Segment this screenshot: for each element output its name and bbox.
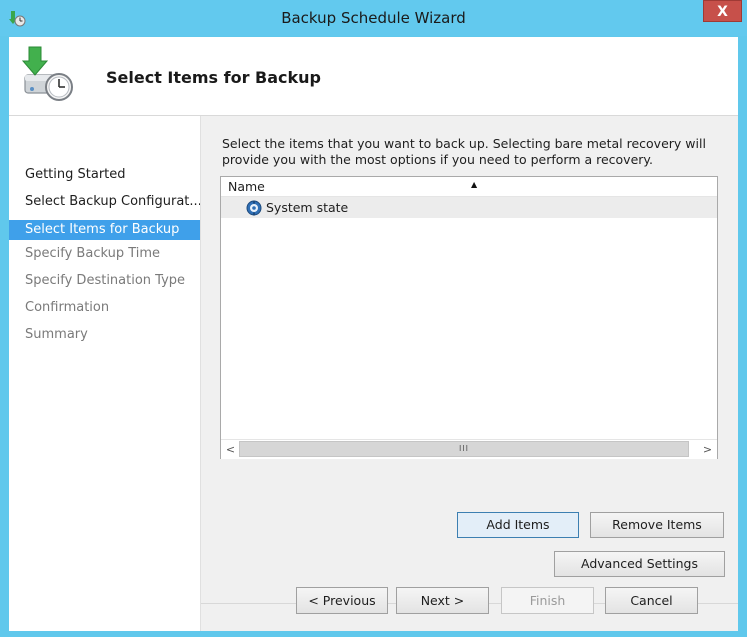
list-column-header[interactable]: Name ▲ <box>221 177 717 197</box>
wizard-content-panel: Select the items that you want to back u… <box>200 116 738 631</box>
list-item[interactable]: System state <box>221 197 717 218</box>
wizard-header: Select Items for Backup <box>9 37 738 116</box>
scroll-right-button[interactable]: > <box>699 441 716 458</box>
column-name-label: Name <box>228 179 265 194</box>
scroll-left-button[interactable]: < <box>222 441 239 458</box>
next-button[interactable]: Next > <box>396 587 489 614</box>
scroll-thumb[interactable]: III <box>239 441 689 457</box>
page-title: Select Items for Backup <box>106 68 322 87</box>
list-item-label: System state <box>266 200 349 215</box>
remove-items-button[interactable]: Remove Items <box>590 512 724 538</box>
backup-items-list[interactable]: Name ▲ System state < III > <box>220 176 718 459</box>
step-specify-backup-time: Specify Backup Time <box>25 246 161 261</box>
instructions-text: Select the items that you want to back u… <box>222 136 706 167</box>
step-specify-destination-type: Specify Destination Type <box>25 273 186 288</box>
title-bar[interactable]: Backup Schedule Wizard X <box>0 0 747 36</box>
step-summary: Summary <box>25 327 88 342</box>
step-select-items-for-backup[interactable]: Select Items for Backup <box>9 220 200 240</box>
system-state-icon <box>246 200 262 216</box>
step-confirmation: Confirmation <box>25 300 110 315</box>
step-getting-started[interactable]: Getting Started <box>9 165 200 185</box>
horizontal-scrollbar[interactable]: < III > <box>221 439 717 459</box>
wizard-steps-sidebar: Getting Started Select Backup Configurat… <box>9 116 200 631</box>
finish-button: Finish <box>501 587 594 614</box>
backup-wizard-icon <box>21 46 73 101</box>
window-title: Backup Schedule Wizard <box>281 9 466 27</box>
advanced-settings-button[interactable]: Advanced Settings <box>554 551 725 577</box>
add-items-button[interactable]: Add Items <box>457 512 579 538</box>
cancel-button[interactable]: Cancel <box>605 587 698 614</box>
previous-button[interactable]: < Previous <box>296 587 388 614</box>
step-select-backup-configuration[interactable]: Select Backup Configurat... <box>9 192 200 212</box>
wizard-window: Backup Schedule Wizard X Select Items fo… <box>0 0 747 637</box>
close-button[interactable]: X <box>703 0 742 22</box>
wizard-client-area: Select Items for Backup Getting Started … <box>9 37 738 631</box>
sort-ascending-icon: ▲ <box>471 180 478 189</box>
